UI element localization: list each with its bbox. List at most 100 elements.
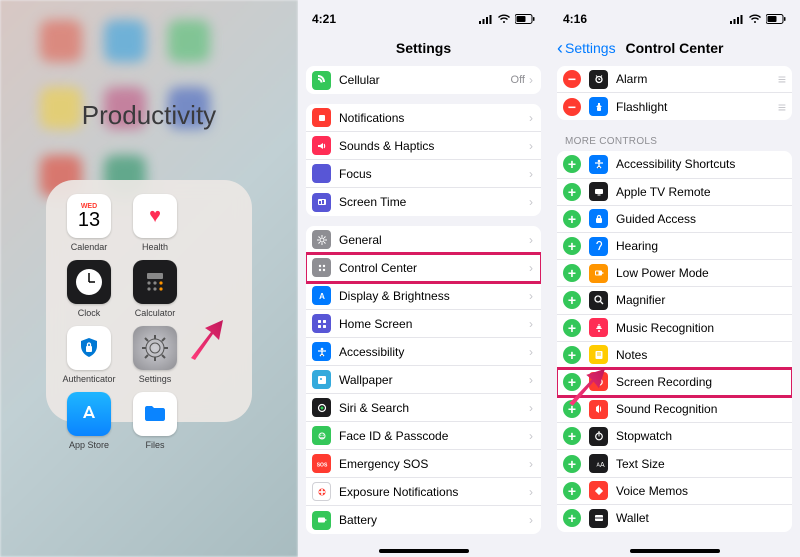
app-label: Files xyxy=(145,440,164,450)
row-label: Accessibility Shortcuts xyxy=(616,157,784,171)
row-cellular[interactable]: Cellular Off › xyxy=(306,66,541,94)
add-icon[interactable]: + xyxy=(563,237,581,255)
grid-icon xyxy=(312,314,331,333)
settings-group-general: General›Control Center›ADisplay & Bright… xyxy=(306,226,541,534)
row-screen-time[interactable]: Screen Time› xyxy=(306,188,541,216)
row-hearing[interactable]: +Hearing xyxy=(557,233,792,260)
row-label: Siri & Search xyxy=(339,401,525,415)
app-calendar[interactable]: WED 13 Calendar xyxy=(60,194,118,252)
add-icon[interactable]: + xyxy=(563,319,581,337)
row-label: Face ID & Passcode xyxy=(339,429,525,443)
add-icon[interactable]: + xyxy=(563,346,581,364)
home-indicator[interactable] xyxy=(379,549,469,553)
app-calculator[interactable]: Calculator xyxy=(126,260,184,318)
row-exposure-notifications[interactable]: Exposure Notifications› xyxy=(306,478,541,506)
section-header-more-controls: MORE CONTROLS xyxy=(549,130,800,151)
row-music-recognition[interactable]: +Music Recognition xyxy=(557,315,792,342)
remove-icon[interactable]: − xyxy=(563,70,581,88)
add-icon[interactable]: + xyxy=(563,264,581,282)
chevron-left-icon: ‹ xyxy=(557,38,563,59)
add-icon[interactable]: + xyxy=(563,482,581,500)
drag-handle-icon[interactable]: ≡ xyxy=(778,71,784,87)
row-battery[interactable]: Battery› xyxy=(306,506,541,534)
cellular-icon xyxy=(312,71,331,90)
row-home-screen[interactable]: Home Screen› xyxy=(306,310,541,338)
app-settings[interactable]: Settings xyxy=(126,326,184,384)
time-icon xyxy=(312,193,331,212)
row-text-size[interactable]: +AAText Size xyxy=(557,450,792,477)
chevron-icon: › xyxy=(529,195,533,209)
annotation-arrow-icon xyxy=(185,318,229,362)
page-title: Control Center xyxy=(626,40,724,56)
svg-text:A: A xyxy=(600,462,605,469)
appstore-icon xyxy=(67,392,111,436)
row-label: Flashlight xyxy=(616,100,778,114)
row-label: Sound Recognition xyxy=(616,402,784,416)
row-label: Guided Access xyxy=(616,212,784,226)
row-label: Alarm xyxy=(616,72,778,86)
face-icon xyxy=(312,426,331,445)
row-accessibility-shortcuts[interactable]: + Accessibility Shortcuts xyxy=(557,151,792,178)
add-icon[interactable]: + xyxy=(563,509,581,527)
note-icon xyxy=(589,345,608,364)
app-health[interactable]: ♥ Health xyxy=(126,194,184,252)
add-icon[interactable]: + xyxy=(563,291,581,309)
chevron-icon: › xyxy=(529,401,533,415)
row-low-power-mode[interactable]: +Low Power Mode xyxy=(557,260,792,287)
drag-handle-icon[interactable]: ≡ xyxy=(778,99,784,115)
row-label: Wallet xyxy=(616,511,784,525)
row-control-center[interactable]: Control Center› xyxy=(306,254,541,282)
app-label: Calendar xyxy=(71,242,108,252)
signal-icon xyxy=(730,14,744,24)
app-appstore[interactable]: App Store xyxy=(60,392,118,450)
add-icon[interactable]: + xyxy=(563,455,581,473)
row-focus[interactable]: Focus› xyxy=(306,160,541,188)
add-icon[interactable]: + xyxy=(563,210,581,228)
wifi-icon xyxy=(497,14,511,24)
add-icon[interactable]: + xyxy=(563,427,581,445)
battery-icon xyxy=(766,14,786,24)
row-accessibility[interactable]: Accessibility› xyxy=(306,338,541,366)
row-face-id-passcode[interactable]: Face ID & Passcode› xyxy=(306,422,541,450)
signal-icon xyxy=(479,14,493,24)
gear-icon xyxy=(312,230,331,249)
row-label: Battery xyxy=(339,513,525,527)
sound-icon xyxy=(312,136,331,155)
back-button[interactable]: ‹Settings xyxy=(557,38,616,59)
row-wallpaper[interactable]: Wallpaper› xyxy=(306,366,541,394)
row-wallet[interactable]: + Wallet xyxy=(557,505,792,532)
row-stopwatch[interactable]: +Stopwatch xyxy=(557,423,792,450)
app-authenticator[interactable]: Authenticator xyxy=(60,326,118,384)
row-sounds-haptics[interactable]: Sounds & Haptics› xyxy=(306,132,541,160)
row-flashlight[interactable]: − Flashlight≡ xyxy=(557,93,792,120)
app-files[interactable]: Files xyxy=(126,392,184,450)
app-label: App Store xyxy=(69,440,109,450)
row-emergency-sos[interactable]: SOSEmergency SOS› xyxy=(306,450,541,478)
row-notifications[interactable]: Notifications› xyxy=(306,104,541,132)
chevron-icon: › xyxy=(529,139,533,153)
status-bar: 4:16 xyxy=(549,0,800,30)
row-siri-search[interactable]: Siri & Search › xyxy=(306,394,541,422)
row-voice-memos[interactable]: + Voice Memos xyxy=(557,478,792,505)
app-clock[interactable]: Clock xyxy=(60,260,118,318)
row-alarm[interactable]: − Alarm≡ xyxy=(557,66,792,93)
cc-icon xyxy=(312,258,331,277)
row-apple-tv-remote[interactable]: +Apple TV Remote xyxy=(557,179,792,206)
chevron-icon: › xyxy=(529,485,533,499)
remove-icon[interactable]: − xyxy=(563,98,581,116)
sos-icon: SOS xyxy=(312,454,331,473)
row-label: Text Size xyxy=(616,457,784,471)
row-magnifier[interactable]: +Magnifier xyxy=(557,287,792,314)
settings-icon xyxy=(133,326,177,370)
focus-icon xyxy=(312,164,331,183)
add-icon[interactable]: + xyxy=(563,155,581,173)
row-label: Voice Memos xyxy=(616,484,784,498)
add-icon[interactable]: + xyxy=(563,183,581,201)
home-indicator[interactable] xyxy=(630,549,720,553)
row-guided-access[interactable]: + Guided Access xyxy=(557,206,792,233)
row-display-brightness[interactable]: ADisplay & Brightness› xyxy=(306,282,541,310)
row-label: Accessibility xyxy=(339,345,525,359)
status-time: 4:16 xyxy=(563,12,587,26)
row-general[interactable]: General› xyxy=(306,226,541,254)
exp-icon xyxy=(312,482,331,501)
